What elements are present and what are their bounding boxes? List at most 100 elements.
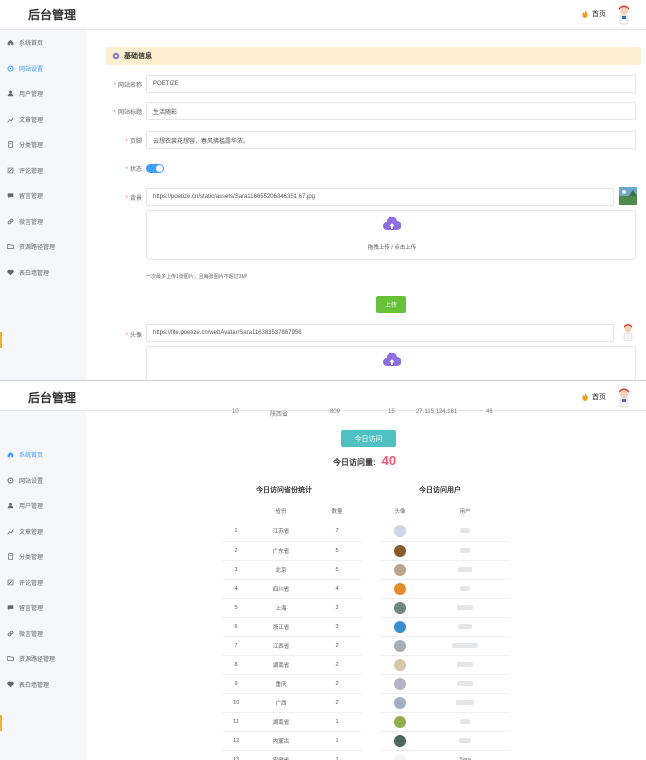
user-name-cell [420, 655, 510, 675]
sidebar-item-2[interactable]: 用户管理 [0, 493, 86, 519]
avatar[interactable] [614, 387, 634, 409]
home-icon [7, 451, 14, 458]
table-row: 4 四川省 4 [222, 579, 362, 599]
background-url-input[interactable]: https://poetize.cn/static/assets/Sara116… [146, 188, 614, 206]
redacted-username [457, 661, 473, 667]
user-icon [7, 90, 14, 97]
sidebar-item-8[interactable]: 资源路径管理 [0, 646, 86, 672]
redacted-username [458, 623, 472, 629]
province-rank-cell: 11 [222, 712, 250, 732]
table-row [380, 674, 510, 694]
user-avatar-cell [380, 712, 420, 732]
sidebar-item-9[interactable]: 表白墙管理 [0, 672, 86, 698]
user-avatar-cell [380, 731, 420, 751]
sidebar-item-3[interactable]: 文章管理 [0, 519, 86, 545]
home-link[interactable]: 首页 [581, 392, 606, 402]
user-avatar [394, 677, 406, 690]
sidebar-item-4[interactable]: 分类管理 [0, 544, 86, 570]
sidebar-accent [0, 332, 2, 348]
sidebar-item-8[interactable]: 资源路径管理 [0, 234, 86, 260]
sidebar-item-6[interactable]: 留言管理 [0, 183, 86, 209]
sidebar-item-2[interactable]: 用户管理 [0, 81, 86, 107]
province-name-cell: 北京 [250, 560, 312, 580]
province-count-cell: 5 [312, 560, 362, 580]
site-title-input[interactable]: 生活随影 [146, 102, 636, 120]
table-row: 13安徽省1 [222, 750, 362, 760]
sidebar-item-label: 表白墙管理 [19, 682, 50, 689]
province-count-cell: 1 [312, 750, 362, 760]
site-name-input[interactable]: POETIZE [146, 75, 636, 93]
heart-icon [7, 269, 14, 276]
today-visits-button[interactable]: 今日访问 [341, 430, 396, 447]
sidebar-item-label: 网站设置 [19, 478, 44, 485]
status-toggle[interactable] [146, 164, 164, 173]
message-icon [7, 193, 14, 199]
sidebar-item-7[interactable]: 微言管理 [0, 209, 86, 235]
user-avatar-cell [380, 636, 420, 656]
user-table: 头像 用户 Sara [380, 500, 510, 760]
redacted-username [460, 718, 470, 724]
message-icon [7, 605, 14, 611]
settings-panel: 后台管理 首页 系统首页网站设置用户管理 文章管理 分类管理 评论管理 留言管理微言管理… [0, 0, 646, 380]
home-label: 首页 [592, 394, 606, 401]
province-rank-cell: 6 [222, 617, 250, 637]
user-avatar-cell [380, 541, 420, 561]
table-row: 5 上海 3 [222, 598, 362, 618]
user-name-cell [420, 579, 510, 599]
user-name-cell [420, 731, 510, 751]
sidebar-item-label: 微言管理 [19, 631, 44, 638]
user-avatar [394, 639, 406, 652]
document-icon [8, 553, 13, 560]
sidebar-item-6[interactable]: 留言管理 [0, 595, 86, 621]
section-header: 基础信息 [106, 47, 641, 65]
footer-input[interactable]: 云想衣裳花想容，春风拂槛露华浓。 [146, 131, 636, 149]
top-header: 后台管理 首页 [0, 0, 646, 30]
province-name-cell: 湖南省 [250, 655, 312, 675]
edit-icon [7, 579, 14, 586]
avatar-url-input[interactable]: https://file.poetize.cn/webAvatar/Sara11… [146, 324, 614, 342]
background-upload-dropzone[interactable]: 拖拽上传 / 点击上传 [146, 210, 636, 260]
cloud-upload-icon [383, 353, 401, 366]
redacted-username [460, 528, 470, 534]
sidebar-item-0[interactable]: 系统首页 [0, 30, 86, 56]
upload-button[interactable]: 上传 [376, 296, 406, 313]
table-row: 11 湖南省 1 [222, 712, 362, 732]
home-icon [7, 39, 14, 46]
sidebar-item-7[interactable]: 微言管理 [0, 621, 86, 647]
table-row [380, 560, 510, 580]
user-avatar [394, 696, 406, 709]
link-icon [7, 218, 14, 225]
avatar-upload-dropzone[interactable] [146, 346, 636, 380]
sidebar-item-1[interactable]: 网站设置 [0, 468, 86, 494]
sidebar: 系统首页网站设置用户管理 文章管理 分类管理 评论管理 留言管理微言管理资源路径管理 表白… [0, 30, 86, 380]
user-name-cell [420, 522, 510, 542]
sidebar-item-4[interactable]: 分类管理 [0, 132, 86, 158]
table-row [380, 731, 510, 751]
chart-icon [7, 116, 14, 123]
user-avatar [394, 620, 406, 633]
province-count-cell: 2 [312, 636, 362, 656]
sidebar-item-3[interactable]: 文章管理 [0, 107, 86, 133]
sidebar-item-5[interactable]: 评论管理 [0, 158, 86, 184]
fire-icon [582, 393, 588, 401]
sidebar: 系统首页网站设置用户管理 文章管理 分类管理 评论管理留言管理微言管理资源路径管理表白… [0, 411, 86, 760]
site-name-label: * 网站名称 [113, 83, 142, 89]
sidebar-item-label: 留言管理 [19, 606, 44, 613]
sidebar-item-0[interactable]: 系统首页 [0, 442, 86, 468]
sidebar-item-5[interactable]: 评论管理 [0, 570, 86, 596]
sidebar-item-9[interactable]: 表白墙管理 [0, 260, 86, 286]
today-visit-count: 今日访问量: 40 [333, 453, 396, 468]
sidebar-item-1[interactable]: 网站设置 [0, 56, 86, 82]
province-rank-cell: 12 [222, 731, 250, 751]
sidebar-item-label: 网站设置 [19, 66, 44, 73]
user-avatar [394, 734, 406, 747]
province-count-cell: 1 [312, 712, 362, 732]
sidebar-item-label: 微言管理 [19, 219, 44, 226]
avatar[interactable] [614, 4, 634, 26]
table-row [380, 598, 510, 618]
avatar-thumbnail [623, 324, 633, 341]
home-link[interactable]: 首页 [581, 9, 606, 19]
redacted-username [457, 604, 473, 610]
table-row [380, 655, 510, 675]
folder-icon [7, 656, 14, 662]
